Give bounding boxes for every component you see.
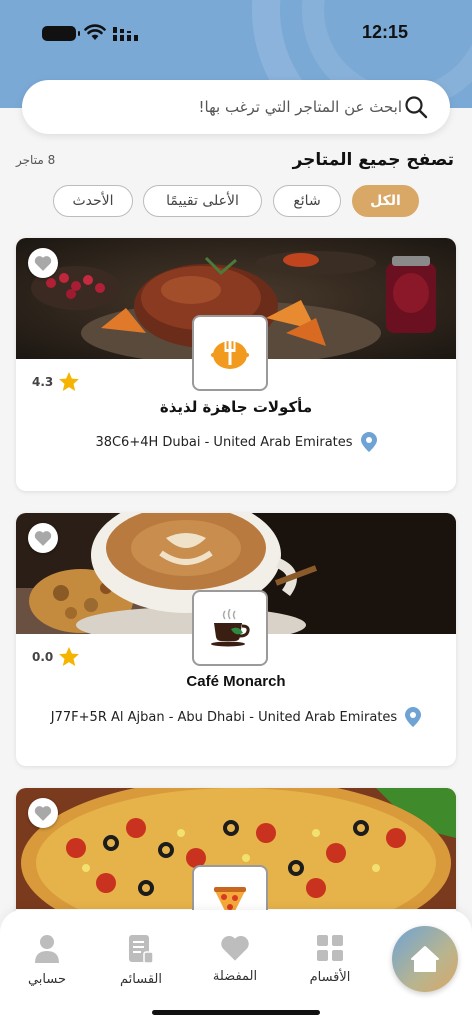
store-name: Café Monarch — [186, 673, 286, 690]
nav-label-favorites: المفضلة — [212, 969, 258, 984]
section-title: تصفح جميع المتاجر — [292, 150, 454, 170]
battery-icon — [42, 26, 80, 41]
address-text: 38C6+4H Dubai - United Arab Emirates — [95, 434, 353, 450]
wifi-icon — [84, 24, 106, 40]
heart-icon — [34, 806, 52, 821]
status-time: 12:15 — [361, 22, 408, 42]
heart-icon — [34, 256, 52, 271]
favorite-button[interactable] — [28, 523, 58, 553]
nav-item-favorites[interactable]: المفضلة — [200, 934, 270, 984]
signal-icon — [113, 27, 138, 41]
store-address: 38C6+4H Dubai - United Arab Emirates — [16, 432, 456, 452]
store-name: مأكولات جاهزة لذيذة — [159, 398, 313, 416]
user-icon — [35, 935, 59, 963]
star-icon — [59, 647, 80, 666]
fork-pot-icon — [211, 341, 249, 369]
search-bar[interactable] — [22, 80, 450, 134]
nav-item-lists[interactable]: القسائم — [106, 934, 176, 987]
location-pin-icon — [405, 707, 422, 727]
coffee-cup-icon — [211, 609, 250, 647]
store-rating: 0.0 — [32, 647, 80, 666]
store-rating: 4.3 — [32, 372, 80, 391]
filter-chip-newest[interactable]: الأحدث — [53, 185, 133, 217]
status-bar: 12:15 — [0, 0, 472, 64]
search-input[interactable] — [42, 80, 402, 134]
store-logo — [192, 590, 268, 666]
rating-value: 0.0 — [32, 649, 54, 664]
home-button[interactable] — [392, 926, 458, 992]
favorite-button[interactable] — [28, 798, 58, 828]
store-card[interactable]: 4.3 مأكولات جاهزة لذيذة 38C6+4H Dubai - … — [16, 238, 456, 491]
nav-label-categories: الأقسام — [309, 970, 351, 985]
heart-icon — [221, 935, 249, 961]
filter-chips: الكل شائع الأعلى تقييمًا الأحدث — [0, 185, 472, 219]
star-icon — [59, 372, 80, 391]
address-text: J77F+5R Al Ajban - Abu Dhabi - United Ar… — [50, 709, 398, 725]
rating-value: 4.3 — [32, 374, 54, 389]
store-card[interactable]: 0.0 Café Monarch J77F+5R Al Ajban - Abu … — [16, 513, 456, 766]
grid-icon — [317, 935, 343, 961]
filter-chip-top-rated[interactable]: الأعلى تقييمًا — [143, 185, 262, 217]
nav-label-account: حسابي — [27, 972, 67, 987]
filter-chip-all[interactable]: الكل — [352, 185, 419, 217]
store-address: J77F+5R Al Ajban - Abu Dhabi - United Ar… — [16, 707, 456, 727]
nav-item-account[interactable]: حسابي — [12, 934, 82, 987]
store-count: 8 متاجر — [16, 153, 56, 167]
home-indicator — [152, 1010, 320, 1015]
nav-label-lists: القسائم — [120, 972, 162, 987]
search-icon[interactable] — [404, 95, 428, 119]
location-pin-icon — [360, 432, 377, 452]
receipt-icon — [129, 935, 154, 964]
nav-item-categories[interactable]: الأقسام — [295, 934, 365, 985]
favorite-button[interactable] — [28, 248, 58, 278]
filter-chip-popular[interactable]: شائع — [273, 185, 341, 217]
heart-icon — [34, 531, 52, 546]
home-icon — [411, 946, 439, 972]
store-logo — [192, 315, 268, 391]
bottom-navigation: الأقسام المفضلة القسائم حسابي — [0, 910, 472, 1024]
